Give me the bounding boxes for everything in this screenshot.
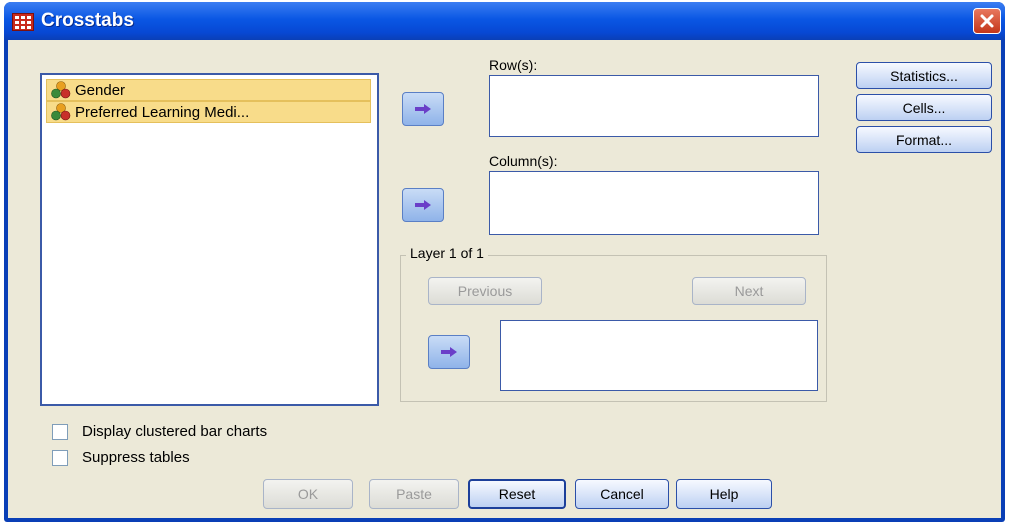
- variable-label: Gender: [75, 81, 126, 99]
- cells-label: Cells...: [902, 99, 946, 116]
- clustered-bar-charts-checkbox[interactable]: [52, 423, 68, 440]
- clustered-bar-charts-label: Display clustered bar charts: [82, 423, 268, 440]
- variable-label: Preferred Learning Medi...: [75, 103, 250, 121]
- clustered-bar-charts-option[interactable]: Display clustered bar charts: [52, 423, 267, 440]
- layer-target-list[interactable]: [500, 320, 818, 391]
- paste-label: Paste: [396, 486, 432, 502]
- rows-label: Row(s):: [489, 57, 538, 73]
- move-to-rows-button[interactable]: [402, 92, 444, 126]
- next-layer-button[interactable]: Next: [692, 277, 806, 305]
- crosstabs-table-icon: [12, 13, 34, 31]
- rows-target-list[interactable]: [489, 75, 819, 137]
- suppress-tables-label: Suppress tables: [82, 449, 190, 466]
- source-variable-list[interactable]: Gender Preferred Learning Medi...: [40, 73, 379, 406]
- close-icon: [980, 14, 994, 28]
- previous-label: Previous: [457, 283, 513, 299]
- ok-button[interactable]: OK: [263, 479, 353, 509]
- nominal-variable-icon: [51, 103, 71, 121]
- next-label: Next: [734, 283, 764, 299]
- dialog-body: Gender Preferred Learning Medi... Row(s)…: [8, 40, 1001, 518]
- help-button[interactable]: Help: [676, 479, 772, 509]
- statistics-label: Statistics...: [890, 67, 958, 84]
- columns-target-list[interactable]: [489, 171, 819, 235]
- window-title: Crosstabs: [41, 10, 134, 31]
- arrow-right-icon: [441, 347, 457, 357]
- move-to-layer-button[interactable]: [428, 335, 470, 369]
- cells-button[interactable]: Cells...: [856, 94, 992, 121]
- layer-label: Layer 1 of 1: [406, 245, 488, 261]
- statistics-button[interactable]: Statistics...: [856, 62, 992, 89]
- close-button[interactable]: [973, 8, 1001, 34]
- cancel-button[interactable]: Cancel: [575, 479, 669, 509]
- format-label: Format...: [895, 131, 952, 148]
- previous-layer-button[interactable]: Previous: [428, 277, 542, 305]
- reset-label: Reset: [498, 486, 536, 502]
- nominal-variable-icon: [51, 81, 71, 99]
- ok-label: OK: [297, 486, 319, 502]
- arrow-right-icon: [415, 200, 431, 210]
- variable-item-preferred-learning-medium[interactable]: Preferred Learning Medi...: [46, 101, 371, 123]
- paste-button[interactable]: Paste: [369, 479, 459, 509]
- cancel-label: Cancel: [600, 486, 644, 502]
- arrow-right-icon: [415, 104, 431, 114]
- title-bar[interactable]: Crosstabs: [4, 2, 1005, 40]
- format-button[interactable]: Format...: [856, 126, 992, 153]
- columns-label: Column(s):: [489, 153, 558, 169]
- move-to-columns-button[interactable]: [402, 188, 444, 222]
- variable-item-gender[interactable]: Gender: [46, 79, 371, 101]
- suppress-tables-checkbox[interactable]: [52, 449, 68, 466]
- crosstabs-window: Crosstabs Gender Preferred Learning Medi…: [4, 2, 1005, 522]
- help-label: Help: [709, 486, 739, 502]
- reset-button[interactable]: Reset: [468, 479, 566, 509]
- suppress-tables-option[interactable]: Suppress tables: [52, 449, 190, 466]
